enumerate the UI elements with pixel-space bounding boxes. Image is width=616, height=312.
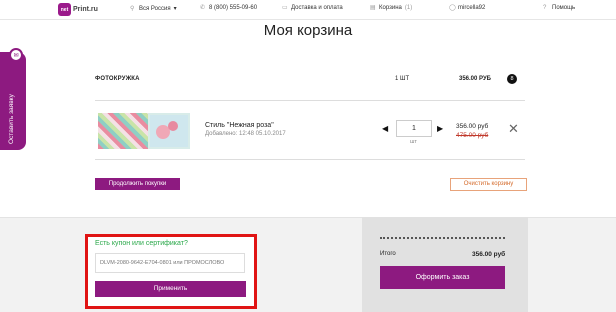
top-nav: net Print.ru ⚲ Вся Россия ▾ ✆ 8 (800) 55… bbox=[0, 0, 616, 20]
region-selector[interactable]: ⚲ Вся Россия ▾ bbox=[130, 5, 177, 13]
cart-link[interactable]: ▤ Корзина (1) bbox=[370, 5, 412, 11]
user-link[interactable]: ◯ mircella92 bbox=[449, 5, 485, 11]
cart-item-row: Стиль "Нежная роза" Добавлено: 12:48 05.… bbox=[95, 102, 525, 160]
logo-mark: net bbox=[58, 3, 71, 16]
user-label: mircella92 bbox=[458, 5, 486, 11]
help-label: Помощь bbox=[552, 5, 576, 11]
quantity-unit: шт bbox=[410, 139, 417, 145]
thumbnail-pattern bbox=[98, 113, 148, 149]
cart-label: Корзина bbox=[379, 5, 402, 11]
summary-divider bbox=[380, 237, 505, 239]
remove-item-icon[interactable]: ✕ bbox=[508, 122, 519, 135]
product-thumbnail[interactable] bbox=[98, 113, 190, 149]
checkout-button[interactable]: Оформить заказ bbox=[380, 266, 505, 289]
item-added-date: Добавлено: 12:48 05.10.2017 bbox=[205, 131, 286, 137]
phone-link[interactable]: ✆ 8 (800) 555-09-60 bbox=[200, 5, 257, 11]
quantity-field[interactable]: 1 bbox=[396, 120, 432, 137]
item-style-name[interactable]: Стиль "Нежная роза" bbox=[205, 122, 274, 129]
chevron-down-icon: ▾ bbox=[173, 6, 177, 12]
apply-coupon-button[interactable]: Применить bbox=[95, 281, 246, 297]
order-summary: Итого 356.00 руб Оформить заказ bbox=[362, 217, 528, 312]
delivery-link[interactable]: ▭ Доставка и оплата bbox=[282, 5, 343, 11]
item-price: 356.00 руб bbox=[456, 123, 489, 130]
product-group-name: ФОТОКРУЖКА bbox=[95, 76, 140, 82]
help-link[interactable]: ? Помощь bbox=[543, 5, 575, 11]
product-group-sum: 356.00 РУБ bbox=[459, 76, 491, 82]
leave-request-label: Оставить заявку bbox=[8, 94, 15, 144]
logo-text: Print.ru bbox=[73, 6, 98, 13]
product-group-qty: 1 ШТ bbox=[395, 76, 410, 82]
item-old-price: 475.00 руб bbox=[456, 132, 489, 139]
cart-icon: ▤ bbox=[370, 5, 376, 11]
product-group-header: ФОТОКРУЖКА 1 ШТ 356.00 РУБ 8 bbox=[95, 71, 525, 101]
site-logo[interactable]: net Print.ru bbox=[58, 3, 98, 16]
cart-count: (1) bbox=[404, 5, 413, 11]
envelope-icon: ✉ bbox=[9, 48, 23, 62]
page-title: Моя корзина bbox=[263, 22, 353, 39]
total-label: Итого bbox=[380, 251, 396, 257]
phone-icon: ✆ bbox=[200, 5, 206, 11]
quantity-decrease-icon[interactable]: ◀ bbox=[382, 124, 388, 133]
clear-cart-button[interactable]: Очистить корзину bbox=[450, 178, 527, 191]
coupon-input[interactable]: DLVM-2080-9642-E704-0801 или ПРОМОСЛОВО bbox=[95, 253, 245, 273]
quantity-increase-icon[interactable]: ▶ bbox=[437, 124, 443, 133]
truck-icon: ▭ bbox=[282, 5, 288, 11]
coupon-title: Есть купон или сертификат? bbox=[95, 240, 188, 247]
help-icon: ? bbox=[543, 5, 547, 11]
thumbnail-rose-small bbox=[168, 121, 178, 131]
user-icon: ◯ bbox=[449, 5, 456, 11]
location-pin-icon: ⚲ bbox=[130, 5, 135, 12]
delivery-label: Доставка и оплата bbox=[291, 5, 343, 11]
total-value: 356.00 руб bbox=[472, 251, 506, 258]
leave-request-tab[interactable]: ✉ Оставить заявку bbox=[0, 48, 26, 150]
product-group-badge[interactable]: 8 bbox=[507, 74, 517, 84]
continue-shopping-button[interactable]: Продолжить покупки bbox=[95, 178, 180, 190]
region-label: Вся Россия bbox=[139, 5, 171, 12]
phone-label: 8 (800) 555-09-60 bbox=[209, 5, 258, 11]
